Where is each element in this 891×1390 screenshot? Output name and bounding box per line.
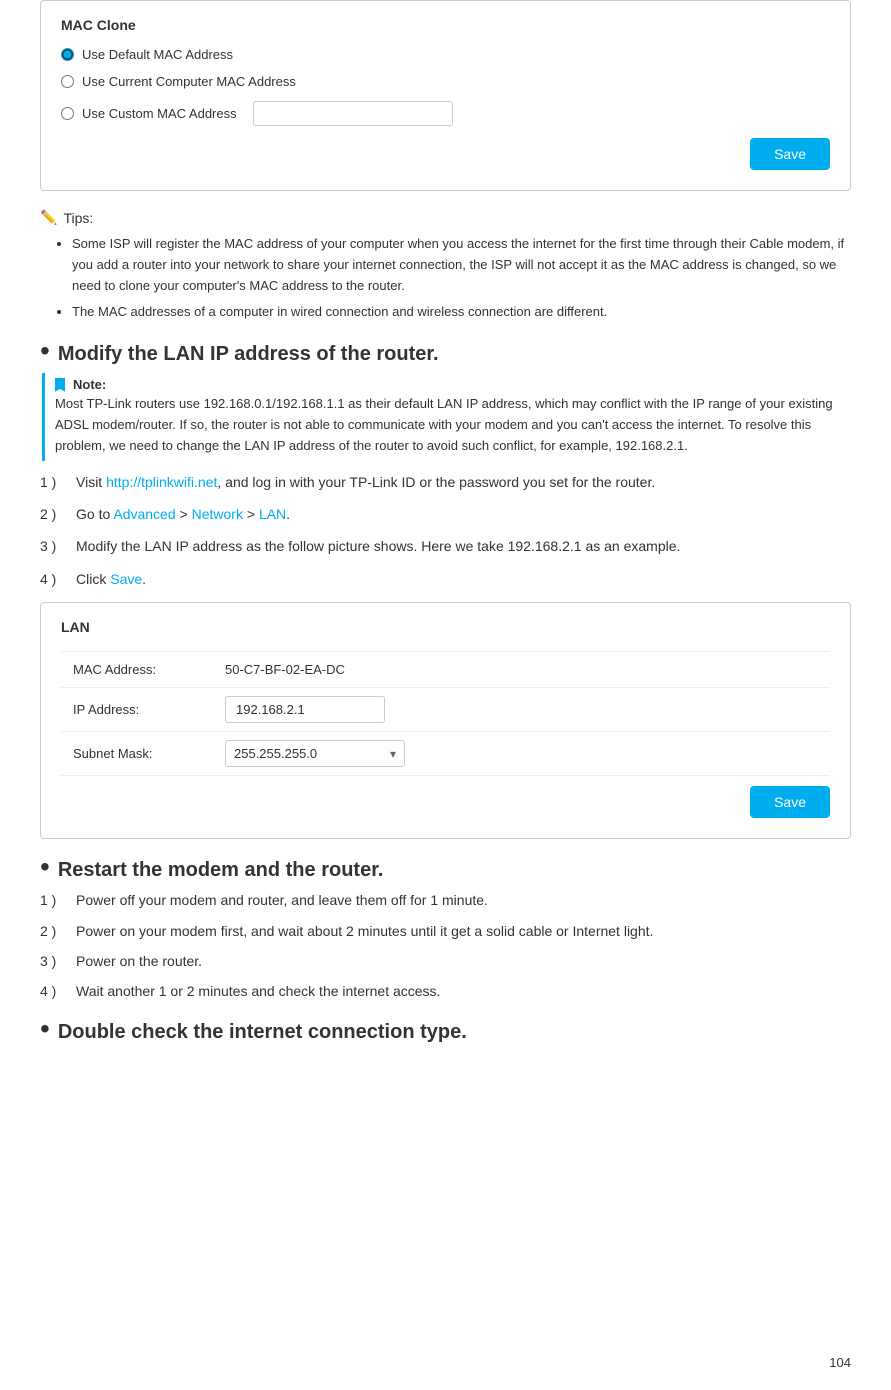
lan-panel: LAN MAC Address: 50-C7-BF-02-EA-DC IP Ad… [40, 602, 851, 839]
chevron-down-icon: ▾ [390, 747, 396, 761]
lan-mac-row: MAC Address: 50-C7-BF-02-EA-DC [61, 652, 830, 688]
restart-step-1: 1 ) Power off your modem and router, and… [40, 889, 851, 911]
lan-ip-input[interactable] [225, 696, 385, 723]
tips-header: ✏️ Tips: [40, 209, 851, 226]
restart-step3-num: 3 ) [40, 950, 76, 972]
lan-subnet-select[interactable]: 255.255.255.0 ▾ [225, 740, 405, 767]
option1-row: Use Default MAC Address [61, 47, 830, 62]
double-check-section: • Double check the internet connection t… [40, 1019, 851, 1045]
mac-clone-title: MAC Clone [61, 17, 830, 33]
option1-radio[interactable] [61, 48, 74, 61]
option3-label: Use Custom MAC Address [82, 106, 237, 121]
restart-step4-num: 4 ) [40, 980, 76, 1002]
double-check-header: • Double check the internet connection t… [40, 1019, 851, 1045]
lan-subnet-value: 255.255.255.0 ▾ [221, 732, 830, 776]
restart-step-3: 3 ) Power on the router. [40, 950, 851, 972]
bookmark-icon [55, 378, 65, 392]
restart-title-block: Restart the modem and the router. [58, 857, 851, 883]
lan-mac-value: 50-C7-BF-02-EA-DC [221, 652, 830, 688]
restart-step1-num: 1 ) [40, 889, 76, 911]
lan-subnet-row: Subnet Mask: 255.255.255.0 ▾ [61, 732, 830, 776]
option1-label: Use Default MAC Address [82, 47, 233, 62]
mac-save-button[interactable]: Save [750, 138, 830, 170]
tips-section: ✏️ Tips: Some ISP will register the MAC … [40, 209, 851, 323]
step-1: 1 ) Visit http://tplinkwifi.net, and log… [40, 471, 851, 493]
advanced-text: Advanced [113, 506, 175, 522]
tips-title: Tips: [63, 210, 93, 226]
lan-save-row: Save [61, 786, 830, 818]
tplinkwifi-link[interactable]: http://tplinkwifi.net [106, 474, 217, 490]
modify-lan-section: • Modify the LAN IP address of the route… [40, 341, 851, 839]
modify-lan-steps: 1 ) Visit http://tplinkwifi.net, and log… [40, 471, 851, 591]
restart-step4-content: Wait another 1 or 2 minutes and check th… [76, 980, 851, 1002]
step2-content: Go to Advanced > Network > LAN. [76, 503, 851, 525]
double-check-bullet: • [40, 1015, 50, 1043]
restart-step-2: 2 ) Power on your modem first, and wait … [40, 920, 851, 942]
lan-ip-value [221, 688, 830, 732]
lan-ip-label: IP Address: [61, 688, 221, 732]
restart-step-4: 4 ) Wait another 1 or 2 minutes and chec… [40, 980, 851, 1002]
custom-mac-input[interactable] [253, 101, 453, 126]
restart-bullet: • [40, 853, 50, 881]
lan-panel-title: LAN [61, 619, 830, 635]
option2-label: Use Current Computer MAC Address [82, 74, 296, 89]
step3-content: Modify the LAN IP address as the follow … [76, 535, 851, 557]
mac-save-row: Save [61, 138, 830, 170]
step2-num: 2 ) [40, 503, 76, 525]
restart-step2-num: 2 ) [40, 920, 76, 942]
lan-ip-row: IP Address: [61, 688, 830, 732]
save-text: Save [110, 571, 142, 587]
restart-title: Restart the modem and the router. [58, 859, 384, 881]
network-text: Network [192, 506, 243, 522]
step1-content: Visit http://tplinkwifi.net, and log in … [76, 471, 851, 493]
step4-num: 4 ) [40, 568, 76, 590]
restart-header: • Restart the modem and the router. [40, 857, 851, 883]
double-check-title-block: Double check the internet connection typ… [58, 1019, 851, 1045]
modify-lan-bullet: • [40, 337, 50, 365]
step-4: 4 ) Click Save. [40, 568, 851, 590]
double-check-title: Double check the internet connection typ… [58, 1021, 467, 1043]
option2-radio[interactable] [61, 75, 74, 88]
restart-step3-content: Power on the router. [76, 950, 851, 972]
step-3: 3 ) Modify the LAN IP address as the fol… [40, 535, 851, 557]
note-label: Note: [55, 377, 841, 392]
step4-content: Click Save. [76, 568, 851, 590]
page-number: 104 [829, 1355, 851, 1370]
note-box: Note: Most TP-Link routers use 192.168.0… [42, 373, 851, 460]
modify-lan-title: Modify the LAN IP address of the router. [58, 343, 439, 365]
lan-save-button[interactable]: Save [750, 786, 830, 818]
lan-text: LAN [259, 506, 286, 522]
restart-steps: 1 ) Power off your modem and router, and… [40, 889, 851, 1003]
tip2: The MAC addresses of a computer in wired… [72, 302, 851, 323]
option2-row: Use Current Computer MAC Address [61, 74, 830, 89]
restart-step1-content: Power off your modem and router, and lea… [76, 889, 851, 911]
mac-clone-panel: MAC Clone Use Default MAC Address Use Cu… [40, 0, 851, 191]
option3-radio[interactable] [61, 107, 74, 120]
tip1: Some ISP will register the MAC address o… [72, 234, 851, 296]
lan-subnet-label: Subnet Mask: [61, 732, 221, 776]
lan-table: MAC Address: 50-C7-BF-02-EA-DC IP Addres… [61, 651, 830, 776]
modify-lan-title-block: Modify the LAN IP address of the router. [58, 341, 851, 367]
pencil-icon: ✏️ [40, 209, 57, 226]
step-2: 2 ) Go to Advanced > Network > LAN. [40, 503, 851, 525]
option3-row: Use Custom MAC Address [61, 101, 830, 126]
restart-step2-content: Power on your modem first, and wait abou… [76, 920, 851, 942]
note-text: Most TP-Link routers use 192.168.0.1/192… [55, 394, 841, 456]
restart-section: • Restart the modem and the router. 1 ) … [40, 857, 851, 1003]
tips-list: Some ISP will register the MAC address o… [40, 234, 851, 323]
step3-num: 3 ) [40, 535, 76, 557]
modify-lan-header: • Modify the LAN IP address of the route… [40, 341, 851, 367]
subnet-value-text: 255.255.255.0 [234, 746, 317, 761]
step1-num: 1 ) [40, 471, 76, 493]
lan-mac-label: MAC Address: [61, 652, 221, 688]
